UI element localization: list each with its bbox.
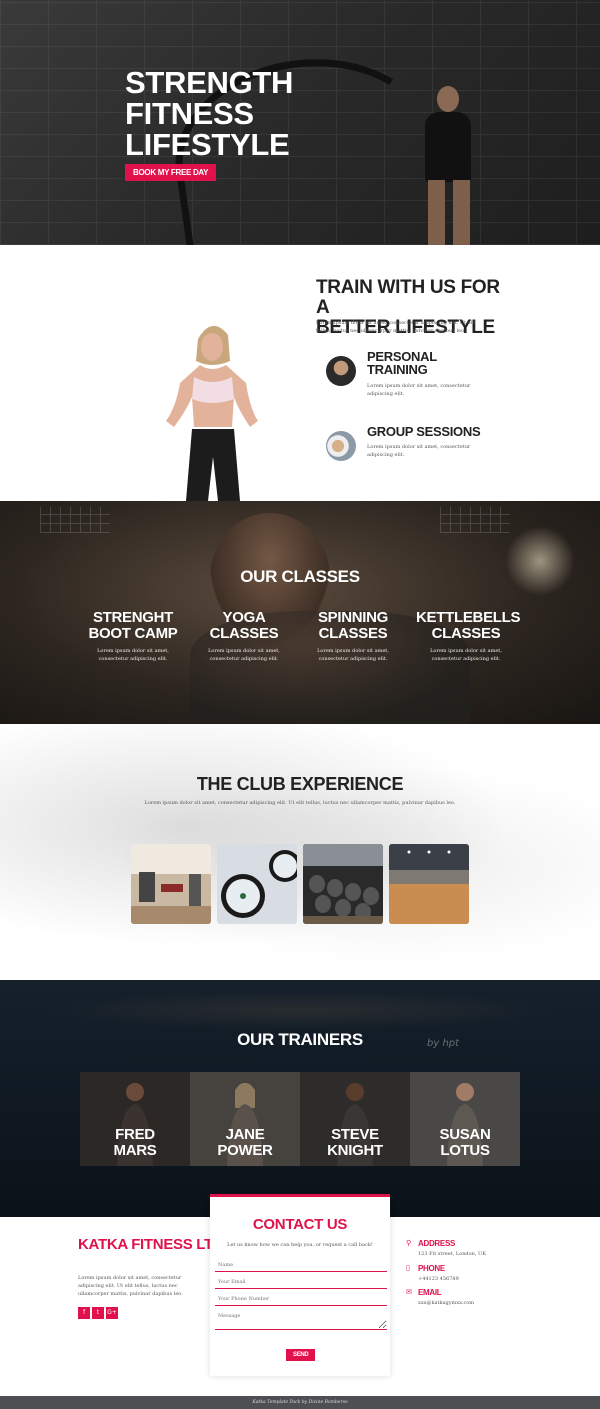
class-text: Lorem ipsum dolor sit amet, consectetur …: [317, 648, 389, 662]
feature-group-sessions: GROUP SESSIONS Lorem ipsum dolor sit ame…: [326, 425, 496, 469]
class-item-kettlebells: KETTLEBELLS CLASSES Lorem ipsum dolor sit…: [416, 610, 521, 663]
trainer-first-name: SUSAN: [439, 1126, 491, 1143]
contact-card: CONTACT US Let us know how we can help y…: [210, 1194, 390, 1376]
class-text: Lorem ipsum dolor sit amet, consectetur …: [97, 648, 169, 662]
phone-label: PHONE: [418, 1264, 445, 1273]
google-plus-icon[interactable]: G+: [106, 1307, 118, 1319]
gym-window-decor: [40, 507, 110, 533]
trainer-card[interactable]: STEVE KNIGHT: [300, 1072, 410, 1166]
class-title-line: CLASSES: [431, 625, 501, 642]
feature-text: Lorem ipsum dolor sit amet, consectetur …: [367, 444, 471, 458]
female-athlete-image: [166, 325, 258, 501]
message-input[interactable]: [215, 1309, 387, 1330]
class-title: SPINNING CLASSES: [303, 610, 403, 642]
gym-photo-equipment[interactable]: [131, 844, 211, 924]
gym-photo-studio[interactable]: [389, 844, 469, 924]
trainer-name: JANE POWER: [190, 1127, 300, 1159]
trainer-card[interactable]: FRED MARS: [80, 1072, 190, 1166]
gym-photo-dumbbells[interactable]: [303, 844, 383, 924]
trainer-card[interactable]: JANE POWER: [190, 1072, 300, 1166]
class-title-line: CLASSES: [209, 625, 279, 642]
trainer-first-name: STEVE: [331, 1126, 379, 1143]
send-button[interactable]: SEND: [286, 1349, 316, 1361]
twitter-icon[interactable]: t: [92, 1307, 104, 1319]
trainers-title: OUR TRAINERS: [237, 1030, 363, 1049]
feature-title: GROUP SESSIONS: [367, 424, 481, 439]
name-input[interactable]: [215, 1258, 387, 1272]
address-value: 123 Fit street, London, UK: [418, 1251, 486, 1257]
athlete-legs-image: [428, 180, 470, 245]
class-title-line: STRENGHT: [92, 609, 174, 626]
contact-title: CONTACT US: [252, 1216, 348, 1233]
book-free-day-button[interactable]: BOOK MY FREE DAY: [125, 164, 217, 181]
classes-section: OUR CLASSES STRENGHT BOOT CAMP Lorem ipsu…: [0, 501, 600, 724]
feature-personal-training: PERSONAL TRAINING Lorem ipsum dolor sit …: [326, 350, 496, 397]
club-title: THE CLUB EXPERIENCE: [196, 774, 404, 794]
classes-title: OUR CLASSES: [240, 567, 360, 586]
email-value[interactable]: xxx@katkagymxx.com: [418, 1300, 474, 1306]
trainer-card[interactable]: SUSAN LOTUS: [410, 1072, 520, 1166]
contact-subtitle: Let us know how we can help you, or requ…: [227, 1242, 373, 1248]
trainer-last-name: MARS: [113, 1142, 157, 1159]
class-title: KETTLEBELLS CLASSES: [416, 610, 521, 642]
email-label: EMAIL: [418, 1288, 442, 1297]
phone-value: +44123 456789: [418, 1276, 459, 1282]
train-section: TRAIN WITH US FOR A BETTER LIFESTYLE Lor…: [0, 245, 600, 501]
feature-title: PERSONAL TRAINING: [367, 350, 487, 376]
class-title-line: BOOT CAMP: [88, 625, 178, 642]
personal-training-icon: [326, 356, 356, 386]
trainer-last-name: POWER: [217, 1142, 273, 1159]
class-title: STRENGHT BOOT CAMP: [83, 610, 183, 642]
gym-window-decor: [440, 507, 510, 533]
hero-section: STRENGTH FITNESS LIFESTYLE BOOK MY FREE …: [0, 0, 600, 245]
trainer-first-name: JANE: [225, 1126, 265, 1143]
group-sessions-icon: [326, 431, 356, 461]
footer: Katka Template Pack by Divine Bomberos: [0, 1396, 600, 1409]
class-text: Lorem ipsum dolor sit amet, consectetur …: [208, 648, 280, 662]
club-background-image: [0, 724, 600, 980]
envelope-icon: ✉: [406, 1288, 412, 1296]
phone-icon: ▯: [406, 1264, 410, 1272]
contact-section: KATKA FITNESS LTD. Lorem ipsum dolor sit…: [0, 1194, 600, 1396]
class-title-line: YOGA: [222, 609, 266, 626]
class-title-line: CLASSES: [318, 625, 388, 642]
class-title: YOGA CLASSES: [194, 610, 294, 642]
footer-credit: Katka Template Pack by Divine Bomberos: [252, 1400, 348, 1405]
class-text: Lorem ipsum dolor sit amet, consectetur …: [430, 648, 502, 662]
trainer-first-name: FRED: [115, 1126, 155, 1143]
hero-title-line: STRENGTH: [125, 65, 294, 100]
company-name: KATKA FITNESS LTD.: [78, 1236, 228, 1253]
trainer-name: FRED MARS: [80, 1127, 190, 1159]
trainer-name: STEVE KNIGHT: [300, 1127, 410, 1159]
email-input[interactable]: [215, 1275, 387, 1289]
hero-title-line: LIFESTYLE: [125, 127, 290, 162]
phone-input[interactable]: [215, 1292, 387, 1306]
trainer-last-name: LOTUS: [440, 1142, 490, 1159]
feature-text: Lorem ipsum dolor sit amet, consectetur …: [367, 383, 471, 397]
class-title-line: SPINNING: [317, 609, 389, 626]
class-item-yoga: YOGA CLASSES Lorem ipsum dolor sit amet, …: [194, 610, 294, 663]
hero-title-line: FITNESS: [125, 96, 254, 131]
club-section: THE CLUB EXPERIENCE Lorem ipsum dolor si…: [0, 724, 600, 980]
train-title-line: TRAIN WITH US FOR A: [316, 277, 500, 318]
gym-photo-rowing[interactable]: [217, 844, 297, 924]
bar-background-image: [40, 990, 560, 1030]
trainer-name: SUSAN LOTUS: [410, 1127, 520, 1159]
athlete-image: [437, 86, 459, 112]
hero-title: STRENGTH FITNESS LIFESTYLE: [125, 67, 293, 160]
train-intro: Lorem ipsum dolor sit amet, consectetur …: [316, 320, 476, 334]
facebook-icon[interactable]: f: [78, 1307, 90, 1319]
trainers-section: by hpt OUR TRAINERS FRED MARS JANE POWER S…: [0, 980, 600, 1217]
club-intro: Lorem ipsum dolor sit amet, consectetur …: [144, 800, 456, 806]
class-item-bootcamp: STRENGHT BOOT CAMP Lorem ipsum dolor sit …: [83, 610, 183, 663]
company-about: Lorem ipsum dolor sit amet, consectetur …: [78, 1275, 183, 1297]
trainer-last-name: KNIGHT: [327, 1142, 383, 1159]
class-item-spinning: SPINNING CLASSES Lorem ipsum dolor sit am…: [303, 610, 403, 663]
class-title-line: KETTLEBELLS: [416, 609, 521, 626]
athlete-torso-image: [425, 112, 471, 182]
map-pin-icon: ⚲: [406, 1239, 412, 1247]
feature-title-line: TRAINING: [367, 362, 428, 377]
address-label: ADDRESS: [418, 1239, 456, 1248]
